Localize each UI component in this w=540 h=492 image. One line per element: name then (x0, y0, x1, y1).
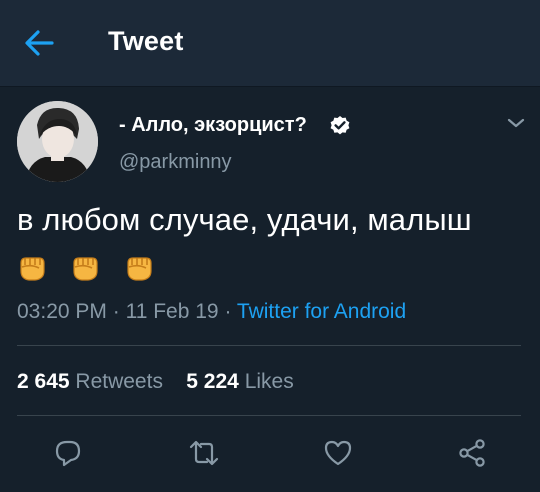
app-header: Tweet (0, 0, 540, 87)
meta-separator: · (224, 300, 232, 323)
emoji-row (17, 252, 173, 282)
tweet-meta: 03:20 PM · 11 Feb 19 · Twitter for Andro… (17, 300, 406, 324)
display-name[interactable]: - Алло, экзорцист? (119, 114, 307, 137)
like-icon[interactable] (322, 437, 354, 469)
meta-separator: · (112, 300, 120, 323)
back-arrow-icon[interactable] (22, 27, 56, 59)
likes-label: Likes (244, 370, 294, 393)
fist-emoji-icon (70, 252, 100, 282)
likes-stat[interactable]: 5 224 Likes (186, 370, 293, 393)
header-title: Tweet (108, 26, 184, 56)
likes-count: 5 224 (186, 370, 239, 393)
fist-emoji-icon (124, 252, 154, 282)
retweets-stat[interactable]: 2 645 Retweets (17, 370, 163, 393)
tweet-stats: 2 645 Retweets 5 224 Likes (17, 370, 294, 394)
avatar[interactable] (17, 101, 98, 182)
chevron-down-icon[interactable] (505, 114, 527, 132)
fist-emoji-icon (17, 252, 47, 282)
tweet-source-link[interactable]: Twitter for Android (237, 300, 406, 323)
user-handle[interactable]: @parkminny (119, 151, 232, 174)
retweets-count: 2 645 (17, 370, 70, 393)
share-icon[interactable] (456, 437, 488, 469)
divider (17, 345, 521, 346)
divider (17, 415, 521, 416)
tweet-date: 11 Feb 19 (125, 300, 219, 323)
tweet-text: в любом случае, удачи, малыш (17, 202, 472, 237)
retweet-icon[interactable] (188, 437, 220, 469)
retweets-label: Retweets (75, 370, 163, 393)
verified-badge-icon (329, 115, 351, 137)
tweet-time: 03:20 PM (17, 300, 107, 323)
reply-icon[interactable] (52, 437, 84, 469)
